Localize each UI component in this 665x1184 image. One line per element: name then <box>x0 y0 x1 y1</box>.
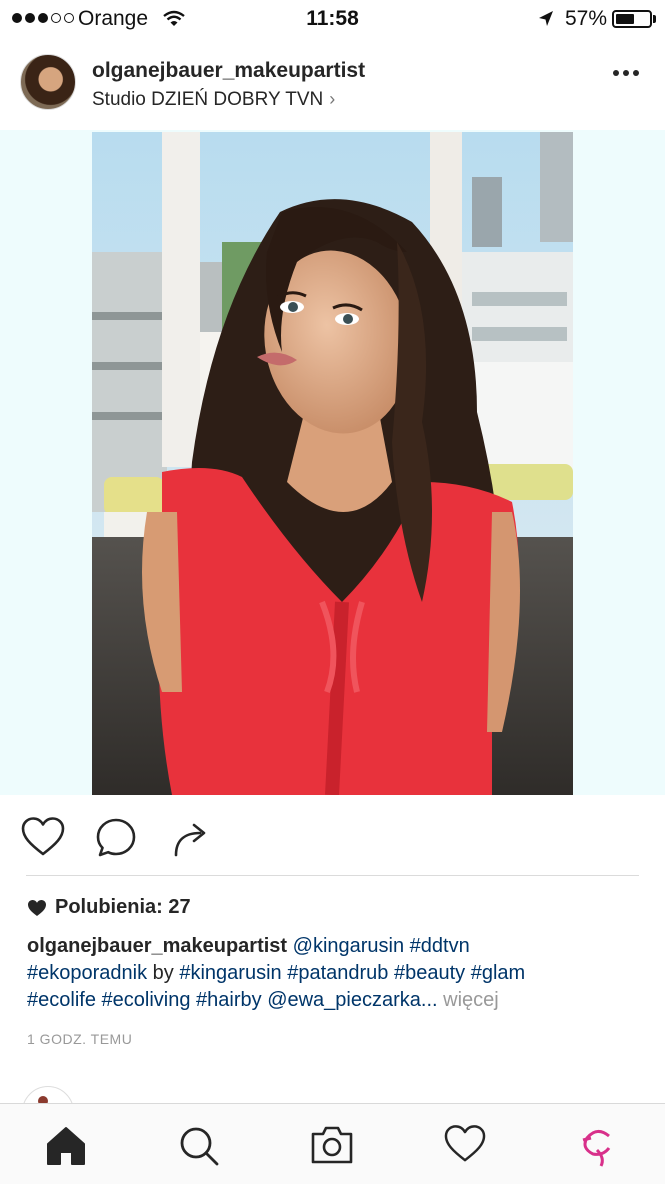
heart-filled-icon <box>28 899 46 916</box>
post-location[interactable]: Studio DZIEŃ DOBRY TVN › <box>92 89 335 111</box>
instagram-screen: Orange 11:58 57% olganejbauer_makeuparti… <box>0 0 665 1184</box>
divider <box>26 875 639 876</box>
post-photo[interactable] <box>92 132 573 795</box>
hashtag[interactable]: #hairby <box>196 989 262 1011</box>
hashtag[interactable]: #ecoliving <box>102 989 191 1011</box>
comment-icon[interactable] <box>94 816 138 860</box>
likes-count[interactable]: Polubienia: 27 <box>27 896 191 919</box>
post-media[interactable] <box>0 130 665 795</box>
post-username[interactable]: olganejbauer_makeupartist <box>92 59 365 83</box>
share-icon[interactable] <box>170 816 212 860</box>
hashtag[interactable]: #glam <box>471 962 525 984</box>
battery-icon <box>612 10 652 28</box>
battery-percent: 57% <box>565 7 608 30</box>
battery-fill <box>616 14 635 24</box>
caption-username[interactable]: olganejbauer_makeupartist <box>27 935 287 957</box>
hashtag[interactable]: #patandrub <box>287 962 388 984</box>
mention[interactable]: @ewa_pieczarka... <box>267 989 437 1011</box>
caption-line-1: olganejbauer_makeupartist @kingarusin #d… <box>27 933 647 960</box>
status-bar: Orange 11:58 57% <box>0 0 665 38</box>
post-location-label: Studio DZIEŃ DOBRY TVN <box>92 89 324 110</box>
chevron-right-icon: › <box>329 89 336 109</box>
author-avatar[interactable] <box>20 54 76 110</box>
bottom-tab-bar <box>0 1103 665 1184</box>
search-icon[interactable] <box>177 1124 221 1168</box>
camera-icon[interactable] <box>309 1124 355 1166</box>
more-caption-link[interactable]: więcej <box>443 989 499 1011</box>
post-header: olganejbauer_makeupartist Studio DZIEŃ D… <box>0 48 665 130</box>
location-arrow-icon <box>539 11 553 26</box>
activity-heart-icon[interactable] <box>443 1124 487 1164</box>
caption-mentions[interactable]: @kingarusin #ddtvn <box>293 935 470 957</box>
caption-line-3: #ecolife #ecoliving #hairby @ewa_pieczar… <box>27 987 647 1014</box>
hashtag[interactable]: #ekoporadnik <box>27 962 147 984</box>
more-options-icon[interactable] <box>613 70 639 76</box>
hashtag[interactable]: #beauty <box>394 962 465 984</box>
battery-tip <box>653 15 656 23</box>
hashtag[interactable]: #ecolife <box>27 989 96 1011</box>
caption-word: by <box>152 962 174 984</box>
likes-label: Polubienia: 27 <box>55 896 191 918</box>
heart-icon[interactable] <box>20 816 66 858</box>
mention[interactable]: #kingarusin <box>179 962 281 984</box>
profile-icon[interactable] <box>575 1124 619 1168</box>
caption-line-2: #ekoporadnik by #kingarusin #patandrub #… <box>27 960 647 987</box>
post-actions <box>0 810 665 870</box>
home-icon[interactable] <box>44 1124 88 1166</box>
post-caption: olganejbauer_makeupartist @kingarusin #d… <box>27 933 647 1014</box>
post-time: 1 GODZ. TEMU <box>27 1031 133 1047</box>
